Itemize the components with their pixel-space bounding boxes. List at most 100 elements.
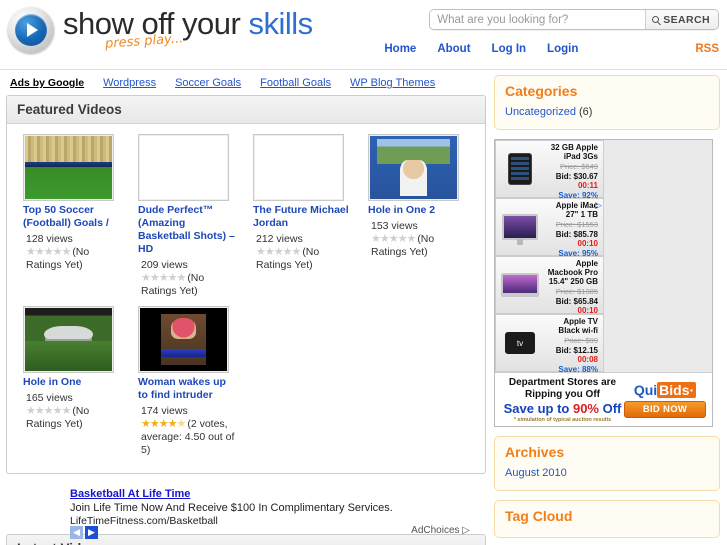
video-views: 209 views [141,259,188,271]
featured-videos-title: Featured Videos [7,96,485,124]
category-count: (6) [579,106,593,118]
video-rating: ★★★★★ (No Ratings Yet) [368,233,472,259]
logo-text: show off your skills press play... [63,6,313,52]
video-thumbnail[interactable] [253,134,344,201]
ad-link-wp-blog-themes[interactable]: WP Blog Themes [350,77,435,89]
video-views: 165 views [26,392,73,404]
nav-item-log-in[interactable]: Log In [492,43,527,55]
page-body: Ads by Google Wordpress Soccer Goals Foo… [0,70,727,545]
bottom-ad-title[interactable]: Basketball At Life Time [70,488,486,500]
appletv-icon: tv [498,317,542,369]
ads-by-google-label[interactable]: Ads by Google [10,77,84,89]
video-views: 128 views [26,233,73,245]
video-views: 212 views [256,233,303,245]
featured-videos-grid: Top 50 Soccer (Football) Goals / 128 vie… [7,134,485,465]
product-name: Apple Macbook Pro 15.4" 250 GB [547,259,598,286]
play-triangle-icon [27,23,38,37]
video-title[interactable]: Woman wakes up to find intruder [138,376,238,402]
soccer-stadium-icon [25,136,112,199]
rss-link[interactable]: RSS [695,43,719,55]
video-title[interactable]: Hole in One 2 [368,204,468,217]
archive-item-august-2010[interactable]: August 2010 [505,465,709,481]
quibids-ad-footer[interactable]: Department Stores are Ripping you Off Sa… [495,372,712,426]
search-bar[interactable]: SEARCH [429,9,719,30]
quibids-logo: Qui Bids· [624,382,706,398]
brand-qui: Qui [633,382,658,398]
quibids-headline-3: Save up to 90% Off [503,401,622,416]
video-views: 174 views [141,405,188,417]
product-name: Apple TV Black wi-fi [558,317,598,335]
quibids-product[interactable]: ▷ Apple iMac 27" 1 TB Price: $1553 Bid: … [495,198,604,258]
search-input[interactable] [430,10,646,29]
quibids-product[interactable]: tv Apple TV Black wi-fi Price: $99 Bid: … [495,314,604,374]
logo-word-your: your [182,6,241,41]
product-bid: Bid: $85.78 [555,229,598,239]
video-title[interactable]: Hole in One [23,376,123,389]
featured-videos-panel: Featured Videos Top 50 Soccer (Football)… [6,95,486,474]
quibids-product[interactable]: 32 GB Apple iPad 3Gs Price: $649 Bid: $3… [495,140,604,200]
google-bottom-ad: Basketball At Life Time Join Life Time N… [6,482,486,539]
main-content: Ads by Google Wordpress Soccer Goals Foo… [0,70,492,545]
quibids-brand-block[interactable]: Qui Bids· BID NOW [624,382,706,418]
ad-link-wordpress[interactable]: Wordpress [103,77,156,89]
ad-link-soccer-goals[interactable]: Soccer Goals [175,77,241,89]
quibids-headline-1: Department Stores are [508,377,617,388]
nav-item-login[interactable]: Login [547,43,578,55]
sidebar: Categories Uncategorized (6) 32 GB Apple… [492,70,727,545]
video-card[interactable]: Hole in One 165 views ★★★★★ (No Ratings Y… [23,306,137,457]
video-thumbnail[interactable] [23,134,114,201]
video-thumbnail[interactable] [368,134,459,201]
bottom-ad-pager[interactable]: ◀ ▶ [70,526,98,539]
nav-item-about[interactable]: About [437,43,470,55]
logo-wordmark: show off your skills [63,6,313,42]
video-card[interactable]: Hole in One 2 153 views ★★★★★ (No Ratings… [368,134,482,298]
previous-arrow-icon[interactable]: ◀ [70,526,83,539]
top-navigation[interactable]: Home About Log In Login RSS [384,43,719,55]
quibids-ad[interactable]: 32 GB Apple iPad 3Gs Price: $649 Bid: $3… [494,139,713,427]
video-title[interactable]: Top 50 Soccer (Football) Goals / [23,204,123,230]
ad-link-football-goals[interactable]: Football Goals [260,77,331,89]
product-timer: 00:08 [577,355,598,364]
video-card[interactable]: Woman wakes up to find intruder 174 view… [138,306,252,457]
quibids-disclaimer: * simulation of typical auction results [513,417,612,423]
product-price: Price: $1553 [555,220,598,229]
blank-thumbnail-icon [140,136,227,199]
search-button[interactable]: SEARCH [645,10,718,29]
blank-thumbnail-icon [255,136,342,199]
star-rating-icon: ★★★★★ [141,272,186,284]
widget-archives: Archives August 2010 [494,436,720,491]
golf-tent-icon [25,308,112,371]
video-thumbnail[interactable] [138,134,229,201]
adchoices-text: AdChoices [411,525,460,536]
quibids-product-info: 32 GB Apple iPad 3Gs Price: $649 Bid: $3… [542,143,601,200]
play-icon-inner [15,14,47,46]
video-views: 153 views [371,220,418,232]
logo-word-skills: skills [248,6,313,41]
product-timer: 00:10 [577,239,598,248]
video-thumbnail[interactable] [138,306,229,373]
star-rating-icon: ★★★★★ [371,233,416,245]
quibids-product-info: Apple Macbook Pro 15.4" 250 GB Price: $1… [542,259,601,325]
macbook-icon [498,259,542,311]
product-bid: Bid: $30.67 [555,171,598,181]
nav-item-home[interactable]: Home [384,43,416,55]
video-card[interactable]: Top 50 Soccer (Football) Goals / 128 vie… [23,134,137,298]
product-save-value: 88% [581,364,598,374]
video-card[interactable]: The Future Michael Jordan 212 views ★★★★… [253,134,367,298]
video-title[interactable]: Dude Perfect™ (Amazing Basketball Shots)… [138,204,238,256]
bid-now-button[interactable]: BID NOW [624,401,706,418]
product-bid: Bid: $12.15 [555,345,598,355]
quibids-product[interactable]: Apple Macbook Pro 15.4" 250 GB Price: $1… [495,256,604,325]
next-arrow-icon[interactable]: ▶ [85,526,98,539]
video-card[interactable]: Dude Perfect™ (Amazing Basketball Shots)… [138,134,252,298]
video-title[interactable]: The Future Michael Jordan [253,204,353,230]
info-arrow-icon[interactable]: ▷ [595,200,602,211]
site-logo[interactable]: show off your skills press play... [8,6,313,53]
video-thumbnail[interactable] [23,306,114,373]
brand-bids: Bids· [657,382,697,398]
category-item-uncategorized[interactable]: Uncategorized (6) [505,104,709,120]
adchoices-label[interactable]: AdChoices ▷ [411,525,470,536]
star-rating-icon: ★★★★★ [26,246,71,258]
star-rating-icon: ★★★★★ [26,405,71,417]
quibids-discount: 90% [572,401,599,416]
